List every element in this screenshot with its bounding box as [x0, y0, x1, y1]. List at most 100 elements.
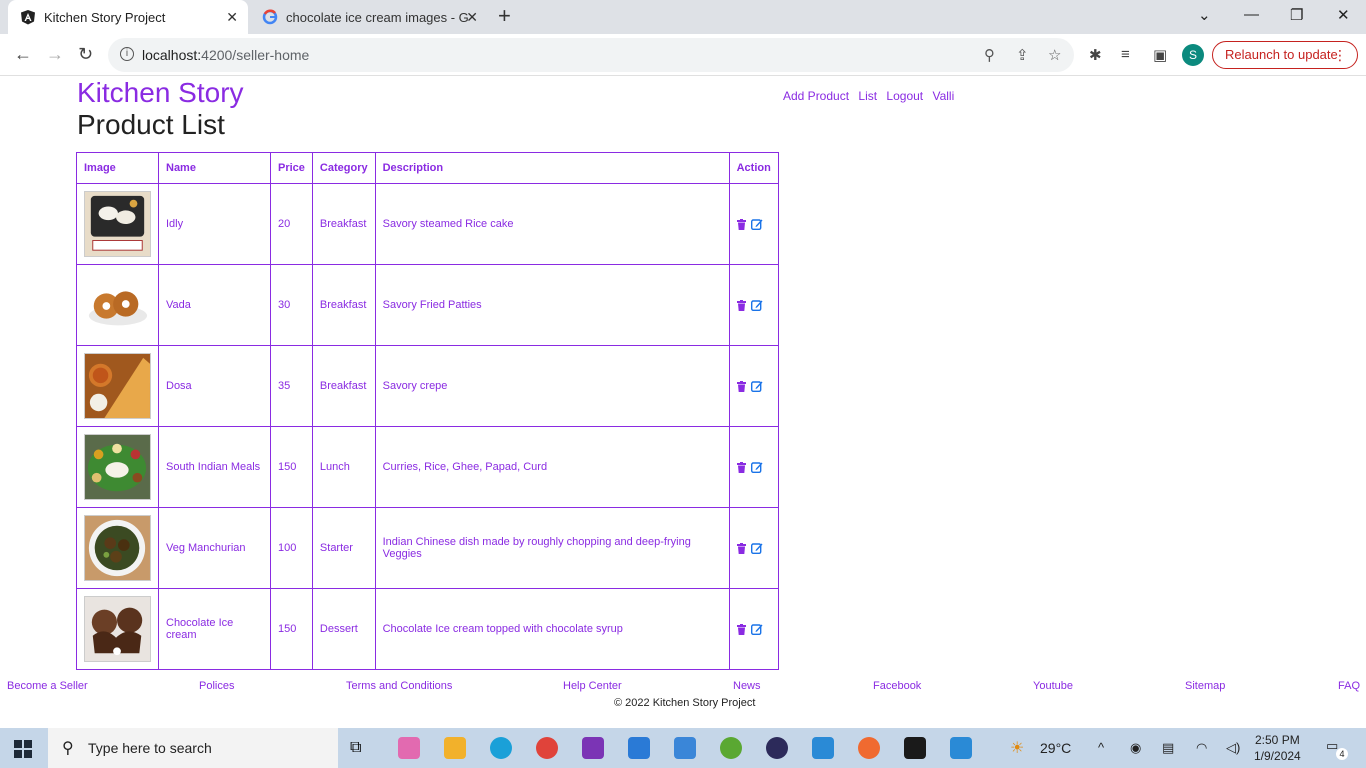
- taskbar-search-placeholder: Type here to search: [88, 740, 212, 756]
- product-category: Breakfast: [311, 345, 376, 427]
- footer-help-center-link[interactable]: Help Center: [563, 680, 622, 692]
- back-arrow-icon[interactable]: ←: [14, 44, 32, 65]
- delete-icon[interactable]: [736, 623, 746, 635]
- delete-icon[interactable]: [736, 542, 746, 554]
- product-category: Breakfast: [311, 264, 376, 346]
- eclipse-icon[interactable]: [766, 737, 788, 759]
- edit-icon[interactable]: [750, 461, 763, 474]
- nav-logout-link[interactable]: Logout: [886, 89, 923, 103]
- weather-icon[interactable]: ☀: [1010, 738, 1024, 758]
- share-icon[interactable]: ⇪: [1016, 46, 1029, 64]
- postman-icon[interactable]: [858, 737, 880, 759]
- product-description: Indian Chinese dish made by roughly chop…: [374, 507, 730, 589]
- edit-icon[interactable]: [750, 623, 763, 636]
- vscode-window-icon[interactable]: [950, 737, 972, 759]
- zoom-icon[interactable]: ⚲: [984, 46, 995, 64]
- windows-taskbar: ⚲ Type here to search ⧉ ☀ 29°C ^ ◉ ▤ ◠ ◁…: [0, 728, 1366, 768]
- vscode-icon[interactable]: [812, 737, 834, 759]
- wifi-icon[interactable]: ◠: [1196, 740, 1207, 756]
- nav-user-link[interactable]: Valli: [932, 89, 954, 103]
- product-price: 150: [270, 426, 313, 508]
- tab-google-search[interactable]: chocolate ice cream images - Go ✕: [252, 0, 488, 34]
- product-name: South Indian Meals: [158, 426, 271, 508]
- relaunch-button[interactable]: Relaunch to update ⋮: [1212, 41, 1358, 69]
- weather-temperature[interactable]: 29°C: [1040, 740, 1071, 756]
- table-row: Idly 20 Breakfast Savory steamed Rice ca…: [76, 183, 779, 265]
- spring-tools-icon[interactable]: [720, 737, 742, 759]
- brand-logo[interactable]: Kitchen Story: [77, 77, 244, 109]
- terminal-icon[interactable]: [904, 737, 926, 759]
- nav-add-product-link[interactable]: Add Product: [783, 89, 849, 103]
- product-name: Veg Manchurian: [158, 507, 271, 589]
- edit-icon[interactable]: [750, 542, 763, 555]
- close-tab-icon[interactable]: ✕: [226, 9, 238, 26]
- minimize-button[interactable]: —: [1244, 6, 1259, 23]
- chrome-icon[interactable]: [536, 737, 558, 759]
- footer-facebook-link[interactable]: Facebook: [873, 680, 921, 692]
- menu-dots-icon[interactable]: ⋮: [1333, 42, 1347, 68]
- header-name: Name: [158, 152, 271, 184]
- footer-terms-link[interactable]: Terms and Conditions: [346, 680, 452, 692]
- table-row: South Indian Meals 150 Lunch Curries, Ri…: [76, 426, 779, 508]
- media-controls-icon[interactable]: ≡: [1121, 46, 1130, 63]
- windows-start-icon[interactable]: [14, 740, 32, 758]
- page-content: Kitchen Story Product List Add Product L…: [0, 77, 1366, 728]
- image-cell: [76, 426, 159, 508]
- relaunch-label: Relaunch to update: [1225, 47, 1338, 62]
- vada-image: [85, 273, 150, 337]
- edit-icon[interactable]: [750, 218, 763, 231]
- tab-search-chevron-icon[interactable]: ⌄: [1198, 6, 1211, 24]
- network-status-icon[interactable]: ▤: [1162, 740, 1174, 756]
- mail-icon[interactable]: [628, 737, 650, 759]
- nav-list-link[interactable]: List: [858, 89, 877, 103]
- search-icon: ⚲: [62, 740, 74, 757]
- reload-icon[interactable]: ↻: [78, 44, 93, 65]
- forward-arrow-icon[interactable]: →: [46, 44, 64, 65]
- taskbar-clock[interactable]: 2:50 PM 1/9/2024: [1254, 732, 1301, 764]
- image-cell: [76, 345, 159, 427]
- meet-now-icon[interactable]: ◉: [1130, 740, 1141, 756]
- product-name: Chocolate Ice cream: [158, 588, 271, 670]
- delete-icon[interactable]: [736, 299, 746, 311]
- delete-icon[interactable]: [736, 461, 746, 473]
- taskbar-search-box[interactable]: ⚲ Type here to search: [48, 728, 338, 768]
- extensions-icon[interactable]: ✱: [1089, 46, 1102, 64]
- profile-avatar[interactable]: S: [1182, 44, 1204, 66]
- task-view-icon[interactable]: ⧉: [350, 739, 372, 761]
- footer-faq-link[interactable]: FAQ: [1338, 680, 1360, 692]
- side-panel-icon[interactable]: ▣: [1153, 46, 1167, 64]
- close-window-button[interactable]: ✕: [1337, 6, 1350, 24]
- product-category: Starter: [311, 507, 376, 589]
- browser-tab-bar: Kitchen Story Project ✕ chocolate ice cr…: [0, 0, 1366, 34]
- edge-icon[interactable]: [490, 737, 512, 759]
- new-tab-button[interactable]: +: [498, 5, 511, 27]
- table-row: Chocolate Ice cream 150 Dessert Chocolat…: [76, 588, 779, 670]
- tab-kitchen-story[interactable]: Kitchen Story Project ✕: [8, 0, 248, 34]
- edit-icon[interactable]: [750, 299, 763, 312]
- bookmark-star-icon[interactable]: ☆: [1048, 46, 1061, 64]
- footer-news-link[interactable]: News: [733, 680, 761, 692]
- footer-youtube-link[interactable]: Youtube: [1033, 680, 1073, 692]
- todo-icon[interactable]: [674, 737, 696, 759]
- footer-polices-link[interactable]: Polices: [199, 680, 234, 692]
- url-text[interactable]: localhost:4200/seller-home: [142, 47, 309, 63]
- close-tab-icon[interactable]: ✕: [466, 9, 478, 26]
- show-hidden-icons-chevron[interactable]: ^: [1098, 740, 1104, 755]
- header-image: Image: [76, 152, 159, 184]
- footer-become-seller-link[interactable]: Become a Seller: [7, 680, 88, 692]
- snipping-tool-icon[interactable]: [398, 737, 420, 759]
- delete-icon[interactable]: [736, 380, 746, 392]
- footer-sitemap-link[interactable]: Sitemap: [1185, 680, 1225, 692]
- volume-icon[interactable]: ◁): [1226, 740, 1240, 756]
- file-explorer-icon[interactable]: [444, 737, 466, 759]
- google-icon: [262, 9, 278, 25]
- delete-icon[interactable]: [736, 218, 746, 230]
- edit-icon[interactable]: [750, 380, 763, 393]
- header-description: Description: [374, 152, 730, 184]
- address-bar[interactable]: i localhost:4200/seller-home ⚲ ⇪ ☆: [108, 38, 1074, 72]
- restore-button[interactable]: ❐: [1290, 6, 1303, 24]
- site-info-icon[interactable]: i: [120, 47, 134, 61]
- product-price: 30: [270, 264, 313, 346]
- onenote-icon[interactable]: [582, 737, 604, 759]
- idly-image: [84, 191, 151, 257]
